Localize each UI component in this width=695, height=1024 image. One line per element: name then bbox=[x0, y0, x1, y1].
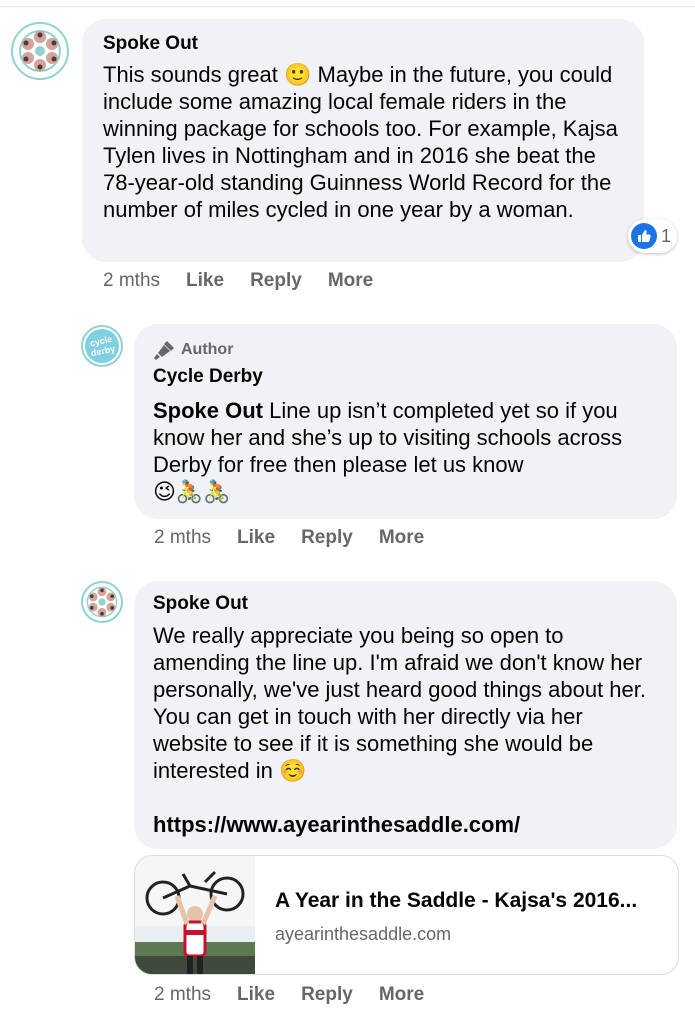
cycle-derby-logo-icon: cycle derby bbox=[85, 329, 119, 363]
avatar[interactable] bbox=[81, 581, 123, 623]
reaction-count-label: 1 bbox=[661, 225, 672, 246]
mention-link[interactable]: Spoke Out bbox=[153, 398, 263, 423]
comment-actions: 2 mths Like Reply More bbox=[154, 984, 450, 1006]
comment-bubble: Spoke Out We really appreciate you being… bbox=[134, 581, 677, 849]
more-button[interactable]: More bbox=[328, 270, 373, 292]
comment-text: This sounds great 🙂 Maybe in the future,… bbox=[103, 62, 624, 222]
reply-button[interactable]: Reply bbox=[250, 270, 302, 292]
comment-text: Spoke Out Line up isn’t completed yet so… bbox=[153, 397, 657, 478]
comment-timestamp[interactable]: 2 mths bbox=[154, 527, 211, 549]
spoke-out-logo-icon bbox=[84, 584, 120, 620]
comment-timestamp[interactable]: 2 mths bbox=[103, 270, 160, 292]
like-button[interactable]: Like bbox=[237, 527, 275, 549]
microphone-icon bbox=[154, 341, 174, 360]
avatar[interactable] bbox=[11, 22, 69, 80]
reply-button[interactable]: Reply bbox=[301, 984, 353, 1006]
reaction-count[interactable]: 1 bbox=[628, 219, 678, 253]
link-preview-card[interactable]: A Year in the Saddle - Kajsa's 2016... a… bbox=[134, 855, 679, 975]
comment-text: We really appreciate you being so open t… bbox=[153, 623, 652, 783]
comment-author[interactable]: Spoke Out bbox=[103, 33, 624, 55]
more-button[interactable]: More bbox=[379, 527, 424, 549]
comment-bubble: Author Cycle Derby Spoke Out Line up isn… bbox=[134, 324, 677, 519]
reply-button[interactable]: Reply bbox=[301, 527, 353, 549]
top-divider bbox=[0, 6, 695, 7]
comment-timestamp[interactable]: 2 mths bbox=[154, 984, 211, 1006]
like-button[interactable]: Like bbox=[186, 270, 224, 292]
comment-author[interactable]: Spoke Out bbox=[153, 593, 657, 615]
link-preview-title: A Year in the Saddle - Kajsa's 2016... bbox=[275, 889, 638, 912]
comment-emojis: 😉🚴🚴 bbox=[153, 479, 231, 504]
comment-actions: 2 mths Like Reply More bbox=[154, 527, 450, 549]
comment-author[interactable]: Cycle Derby bbox=[153, 366, 657, 388]
comment-link[interactable]: https://www.ayearinthesaddle.com/ bbox=[153, 811, 657, 838]
link-preview-domain: ayearinthesaddle.com bbox=[275, 924, 452, 944]
like-reaction-icon bbox=[631, 223, 657, 249]
avatar[interactable]: cycle derby bbox=[81, 325, 123, 367]
author-badge: Author bbox=[153, 340, 657, 360]
comment-bubble: Spoke Out This sounds great 🙂 Maybe in t… bbox=[82, 19, 644, 262]
like-button[interactable]: Like bbox=[237, 984, 275, 1006]
spoke-out-logo-icon bbox=[16, 27, 64, 75]
comment-actions: 2 mths Like Reply More bbox=[103, 270, 399, 292]
author-badge-label: Author bbox=[181, 341, 234, 358]
link-preview-thumbnail bbox=[135, 856, 255, 974]
more-button[interactable]: More bbox=[379, 984, 424, 1006]
